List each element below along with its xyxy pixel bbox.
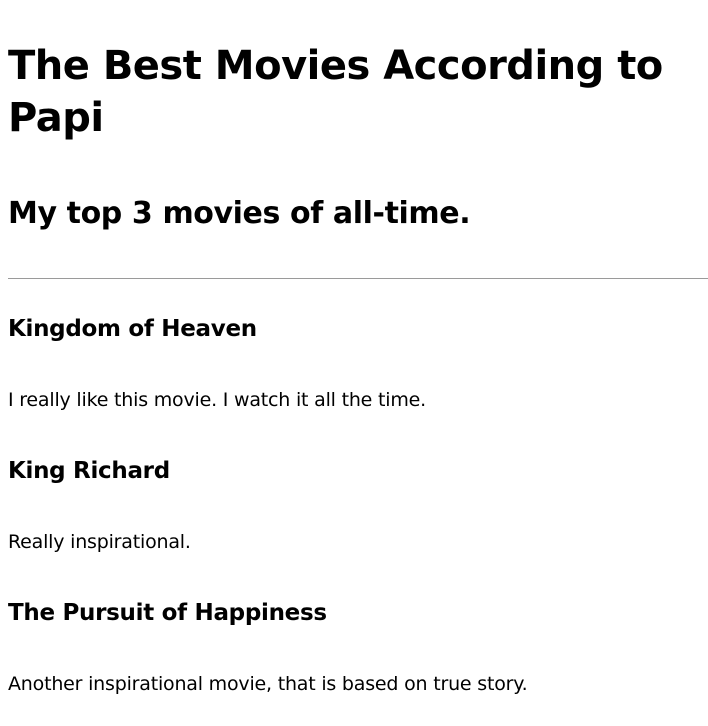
page-subtitle: My top 3 movies of all-time.	[8, 196, 471, 231]
movie-title: The Pursuit of Happiness	[8, 600, 327, 626]
movie-title: King Richard	[8, 458, 170, 484]
movie-item-king-richard: King Richard Really inspirational.	[8, 456, 700, 555]
page-title: The Best Movies According to Papi	[8, 43, 663, 141]
movie-item-kingdom-of-heaven: Kingdom of Heaven I really like this mov…	[8, 314, 700, 413]
movie-description: I really like this movie. I watch it all…	[8, 389, 426, 411]
movie-description: Really inspirational.	[8, 531, 191, 553]
movie-title: Kingdom of Heaven	[8, 316, 257, 342]
movie-description: Another inspirational movie, that is bas…	[8, 673, 528, 695]
divider	[8, 278, 708, 279]
movie-item-pursuit-of-happiness: The Pursuit of Happiness Another inspira…	[8, 598, 700, 697]
movie-list: Kingdom of Heaven I really like this mov…	[8, 314, 700, 697]
